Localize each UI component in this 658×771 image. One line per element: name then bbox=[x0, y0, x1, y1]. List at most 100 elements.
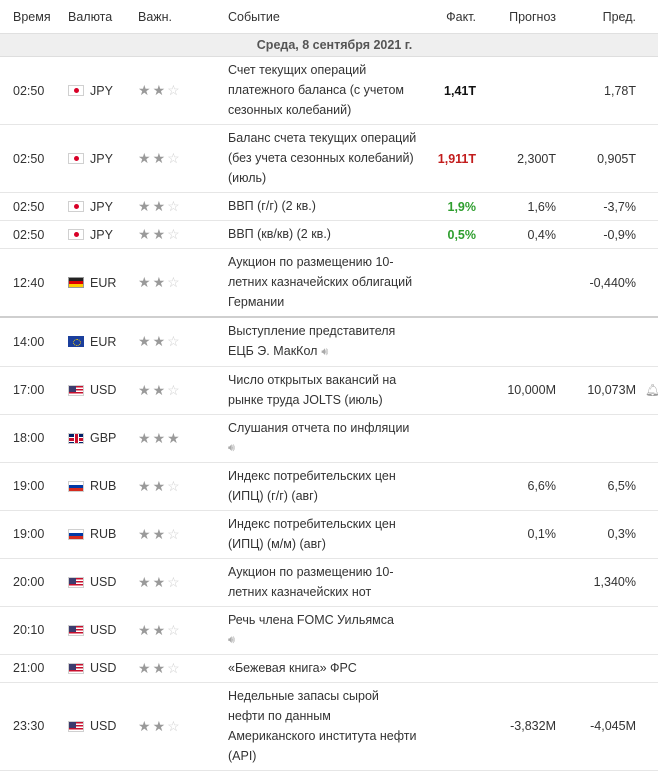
star-icon: ★ bbox=[138, 333, 153, 350]
event-name[interactable]: Речь члена FOMC Уильямса bbox=[228, 613, 394, 627]
table-row[interactable]: 02:50 JPY ★★☆ ВВП (г/г) (2 кв.) 1,9% 1,6% -3,7… bbox=[0, 192, 658, 221]
header-actual[interactable]: Факт. bbox=[418, 0, 476, 34]
star-icon: ★ bbox=[138, 226, 153, 242]
importance-stars: ★★☆ bbox=[138, 574, 182, 590]
event-name[interactable]: Баланс счета текущих операций (без учета… bbox=[228, 131, 416, 185]
event-cell[interactable]: ВВП (г/г) (2 кв.) bbox=[228, 192, 418, 221]
alert-cell[interactable]: 🔔︎ bbox=[636, 366, 658, 415]
event-name[interactable]: Счет текущих операций платежного баланса… bbox=[228, 63, 404, 117]
importance-stars: ★★☆ bbox=[138, 718, 182, 734]
table-row[interactable]: 20:10 USD ★★☆ Речь члена FOMC Уильямса 🔊︎ bbox=[0, 606, 658, 655]
alert-cell[interactable] bbox=[636, 682, 658, 771]
importance-cell: ★★☆ bbox=[138, 606, 228, 655]
bell-icon[interactable]: 🔔︎ bbox=[645, 383, 658, 397]
event-cell[interactable]: Счет текущих операций платежного баланса… bbox=[228, 56, 418, 125]
event-name[interactable]: Недельные запасы сырой нефти по данным А… bbox=[228, 689, 416, 763]
event-name[interactable]: Аукцион по размещению 10-летних казначей… bbox=[228, 255, 412, 309]
star-icon: ★ bbox=[152, 274, 168, 290]
table-row[interactable]: 23:30 USD ★★☆ Недельные запасы сырой нефти … bbox=[0, 682, 658, 771]
table-row[interactable]: 19:00 RUB ★★☆ Индекс потребительских цен (И… bbox=[0, 462, 658, 511]
event-name[interactable]: «Бежевая книга» ФРС bbox=[228, 661, 357, 675]
table-row[interactable]: 18:00 GBP ★★★ Слушания отчета по инфляции 🔊︎ bbox=[0, 414, 658, 463]
forecast-value: 0,4% bbox=[476, 220, 556, 249]
flag-us-icon bbox=[68, 720, 84, 732]
flag-gb-icon bbox=[68, 432, 84, 444]
date-row: Среда, 8 сентября 2021 г. bbox=[0, 33, 658, 57]
star-icon: ☆ bbox=[167, 717, 182, 734]
actual-value bbox=[418, 558, 476, 607]
star-icon: ★ bbox=[152, 477, 168, 494]
star-icon: ★ bbox=[167, 429, 182, 446]
importance-cell: ★★☆ bbox=[138, 558, 228, 607]
table-row[interactable]: 02:50 JPY ★★☆ Баланс счета текущих операций… bbox=[0, 124, 658, 193]
previous-value bbox=[556, 654, 636, 683]
importance-stars: ★★★ bbox=[138, 430, 182, 446]
event-name[interactable]: Индекс потребительских цен (ИПЦ) (г/г) (… bbox=[228, 469, 396, 503]
header-event[interactable]: Событие bbox=[228, 0, 418, 34]
alert-cell[interactable] bbox=[636, 462, 658, 511]
table-row[interactable]: 14:00 EUR ★★☆ Выступление представителя ЕЦБ… bbox=[0, 317, 658, 367]
star-icon: ★ bbox=[152, 82, 168, 98]
currency-code: USD bbox=[90, 575, 117, 590]
header-previous[interactable]: Пред. bbox=[556, 0, 636, 34]
event-name[interactable]: Выступление представителя ЕЦБ Э. МакКол bbox=[228, 324, 395, 358]
alert-cell[interactable] bbox=[636, 220, 658, 249]
previous-value bbox=[556, 606, 636, 655]
event-name[interactable]: ВВП (г/г) (2 кв.) bbox=[228, 199, 316, 213]
currency-cell: JPY bbox=[68, 220, 138, 249]
previous-value: 10,073M bbox=[556, 366, 636, 415]
currency-code: JPY bbox=[90, 151, 113, 166]
alert-cell[interactable] bbox=[636, 192, 658, 221]
importance-stars: ★★☆ bbox=[138, 274, 182, 290]
importance-cell: ★★☆ bbox=[138, 192, 228, 221]
event-cell[interactable]: Слушания отчета по инфляции 🔊︎ bbox=[228, 414, 418, 463]
star-icon: ★ bbox=[152, 198, 168, 214]
event-name[interactable]: Число открытых вакансий на рынке труда J… bbox=[228, 373, 396, 407]
forecast-value: -3,832M bbox=[476, 682, 556, 771]
alert-cell[interactable] bbox=[636, 510, 658, 559]
alert-cell[interactable] bbox=[636, 654, 658, 683]
event-name[interactable]: ВВП (кв/кв) (2 кв.) bbox=[228, 227, 331, 241]
event-cell[interactable]: Выступление представителя ЕЦБ Э. МакКол 🔊… bbox=[228, 317, 418, 367]
event-cell[interactable]: Речь члена FOMC Уильямса 🔊︎ bbox=[228, 606, 418, 655]
event-cell[interactable]: Индекс потребительских цен (ИПЦ) (м/м) (… bbox=[228, 510, 418, 559]
star-icon: ☆ bbox=[167, 381, 182, 398]
event-name[interactable]: Аукцион по размещению 10-летних казначей… bbox=[228, 565, 394, 599]
event-cell[interactable]: Индекс потребительских цен (ИПЦ) (г/г) (… bbox=[228, 462, 418, 511]
alert-cell[interactable] bbox=[636, 124, 658, 193]
table-row[interactable]: 19:00 RUB ★★☆ Индекс потребительских цен (И… bbox=[0, 510, 658, 559]
event-cell[interactable]: Баланс счета текущих операций (без учета… bbox=[228, 124, 418, 193]
header-importance[interactable]: Важн. bbox=[138, 0, 228, 34]
previous-value: 1,340% bbox=[556, 558, 636, 607]
alert-cell[interactable] bbox=[636, 56, 658, 125]
table-row[interactable]: 21:00 USD ★★☆ «Бежевая книга» ФРС bbox=[0, 654, 658, 683]
date-label: Среда, 8 сентября 2021 г. bbox=[0, 33, 658, 57]
event-name[interactable]: Индекс потребительских цен (ИПЦ) (м/м) (… bbox=[228, 517, 396, 551]
alert-cell[interactable] bbox=[636, 248, 658, 318]
table-row[interactable]: 02:50 JPY ★★☆ Счет текущих операций платежн… bbox=[0, 56, 658, 125]
importance-stars: ★★☆ bbox=[138, 226, 182, 242]
importance-stars: ★★☆ bbox=[138, 478, 182, 494]
importance-cell: ★★☆ bbox=[138, 510, 228, 559]
event-name[interactable]: Слушания отчета по инфляции bbox=[228, 421, 409, 435]
event-cell[interactable]: Аукцион по размещению 10-летних казначей… bbox=[228, 558, 418, 607]
table-row[interactable]: 17:00 USD ★★☆ Число открытых вакансий на ры… bbox=[0, 366, 658, 415]
table-row[interactable]: 12:40 EUR ★★☆ Аукцион по размещению 10-летн… bbox=[0, 248, 658, 318]
event-cell[interactable]: Аукцион по размещению 10-летних казначей… bbox=[228, 248, 418, 318]
event-cell[interactable]: Число открытых вакансий на рынке труда J… bbox=[228, 366, 418, 415]
header-currency[interactable]: Валюта bbox=[68, 0, 138, 34]
alert-cell[interactable] bbox=[636, 317, 658, 367]
event-cell[interactable]: ВВП (кв/кв) (2 кв.) bbox=[228, 220, 418, 249]
table-row[interactable]: 20:00 USD ★★☆ Аукцион по размещению 10-летн… bbox=[0, 558, 658, 607]
alert-cell[interactable] bbox=[636, 606, 658, 655]
header-time[interactable]: Время bbox=[0, 0, 68, 34]
table-row[interactable]: 02:50 JPY ★★☆ ВВП (кв/кв) (2 кв.) 0,5% 0,4% -0… bbox=[0, 220, 658, 249]
alert-cell[interactable] bbox=[636, 414, 658, 463]
star-icon: ★ bbox=[138, 381, 153, 398]
header-forecast[interactable]: Прогноз bbox=[476, 0, 556, 34]
previous-value: 1,78T bbox=[556, 56, 636, 125]
event-cell[interactable]: «Бежевая книга» ФРС bbox=[228, 654, 418, 683]
event-cell[interactable]: Недельные запасы сырой нефти по данным А… bbox=[228, 682, 418, 771]
header-alert bbox=[636, 0, 658, 34]
alert-cell[interactable] bbox=[636, 558, 658, 607]
